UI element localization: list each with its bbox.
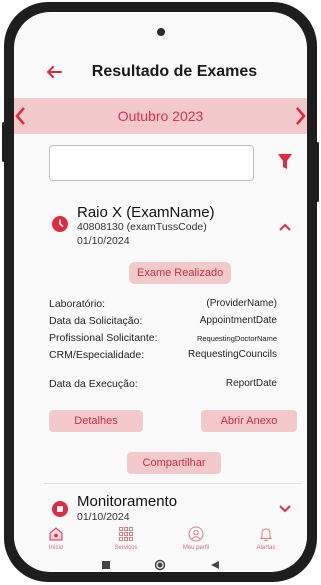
front-camera xyxy=(157,28,165,36)
phone-frame: Resultado de Exames Outubro 2023 Raio X … xyxy=(2,2,319,582)
exam-date: 01/10/2024 xyxy=(77,235,130,247)
month-selector: Outubro 2023 xyxy=(14,98,307,134)
back-button-icon[interactable] xyxy=(210,560,220,570)
page-title: Resultado de Exames xyxy=(91,63,258,80)
bottom-navigation: Início Serviços Meu perfil Alertas xyxy=(14,526,307,558)
exam-name: Monitoramento xyxy=(77,493,178,510)
share-button[interactable]: Compartilhar xyxy=(127,452,221,474)
detail-label: Laboratório: xyxy=(49,298,106,310)
nav-item-profile[interactable]: Meu perfil xyxy=(166,526,226,551)
nav-label: Alertas xyxy=(256,545,276,551)
month-label: Outubro 2023 xyxy=(117,108,204,124)
profile-icon xyxy=(188,526,204,542)
stop-icon xyxy=(52,501,68,517)
open-attachment-button[interactable]: Abrir Anexo xyxy=(201,410,297,432)
detail-value: AppointmentDate xyxy=(199,315,277,326)
bell-icon xyxy=(260,528,272,542)
chevron-right-icon[interactable] xyxy=(295,106,307,126)
nav-label: Serviços xyxy=(114,545,138,551)
detail-label: Data da Solicitação: xyxy=(49,315,143,327)
detail-label: CRM/Especialidade: xyxy=(49,349,145,361)
detail-value: ReportDate xyxy=(225,378,277,389)
app-header: Resultado de Exames xyxy=(14,52,307,92)
details-button[interactable]: Detalhes xyxy=(49,410,143,432)
side-button xyxy=(316,142,319,202)
screen: Resultado de Exames Outubro 2023 Raio X … xyxy=(14,12,307,572)
divider xyxy=(44,483,302,484)
recent-apps-icon[interactable] xyxy=(101,560,111,570)
home-button-icon[interactable] xyxy=(154,559,166,571)
detail-label: Data da Execução: xyxy=(49,378,138,390)
search-input[interactable] xyxy=(49,145,254,181)
detail-value: RequestingCouncils xyxy=(188,349,277,360)
side-button xyxy=(2,122,5,162)
system-navigation xyxy=(14,559,307,572)
chevron-down-icon[interactable] xyxy=(278,504,292,514)
chevron-up-icon[interactable] xyxy=(278,222,292,232)
home-icon xyxy=(49,527,63,541)
detail-value: RequestingDoctorName xyxy=(196,334,277,343)
nav-item-home[interactable]: Início xyxy=(26,526,86,551)
nav-label: Meu perfil xyxy=(182,545,210,551)
exam-code: 40808130 (examTussCode) xyxy=(77,221,207,233)
status-badge: Exame Realizado xyxy=(129,262,232,284)
nav-item-services[interactable]: Serviços xyxy=(96,526,156,551)
filter-icon[interactable] xyxy=(278,154,292,170)
nav-label: Início xyxy=(48,545,64,551)
detail-value: (ProviderName) xyxy=(206,298,277,309)
exam-name: Raio X (ExamName) xyxy=(77,204,215,221)
grid-icon xyxy=(119,527,133,541)
exam-date: 01/10/2024 xyxy=(77,511,130,523)
detail-label: Profissional Solicitante: xyxy=(49,332,158,344)
nav-item-alerts[interactable]: Alertas xyxy=(236,526,296,551)
clock-icon xyxy=(52,216,68,232)
